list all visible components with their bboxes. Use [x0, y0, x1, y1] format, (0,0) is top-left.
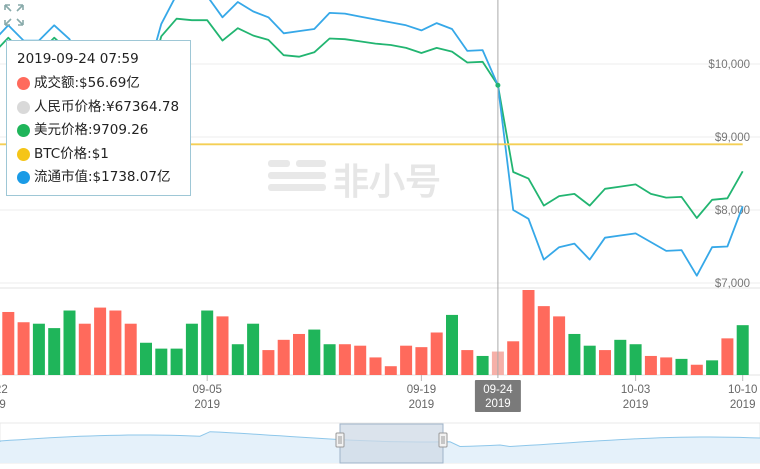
- tooltip-time: 2019-09-24 07:59: [17, 51, 139, 67]
- volume-bar: [32, 323, 45, 375]
- range-navigator[interactable]: [0, 422, 760, 464]
- volume-bar: [644, 355, 657, 375]
- volume-bar: [629, 344, 642, 375]
- volume-bar: [537, 306, 550, 375]
- volume-bar: [2, 311, 15, 375]
- volume-bar: [338, 344, 351, 375]
- volume-bar: [63, 310, 76, 375]
- volume-bar: [216, 316, 229, 375]
- volume-bar: [308, 329, 321, 375]
- volume-bar: [185, 323, 198, 375]
- legend-dot-icon: [17, 147, 30, 161]
- volume-bar: [124, 323, 137, 375]
- tooltip-row: 美元价格:9709.26: [17, 119, 190, 143]
- legend-dot-icon: [17, 100, 30, 114]
- volume-bar: [706, 360, 719, 375]
- tooltip-row: 人民币价格:¥67364.78: [17, 96, 190, 120]
- watermark-logo-bar-2: [268, 172, 326, 179]
- x-tick-year: 2019: [0, 399, 6, 411]
- volume-bar: [553, 316, 566, 375]
- volume-bar: [94, 307, 107, 375]
- volume-bar: [522, 290, 535, 375]
- volume-bar: [446, 314, 458, 375]
- crosshair: [495, 0, 501, 378]
- volume-bar: [461, 350, 474, 375]
- volume-bar: [323, 344, 336, 375]
- crosshair-point: [495, 82, 501, 88]
- x-tick-year: 2019: [730, 399, 756, 411]
- x-tick-year: 2019: [623, 399, 649, 411]
- y-tick-label: $10,000: [708, 59, 750, 71]
- volume-bar: [369, 357, 382, 375]
- tooltip: 2019-09-24 07:59 成交额:$56.69亿人民币价格:¥67364…: [6, 40, 191, 196]
- volume-bar: [48, 328, 61, 375]
- y-axis: $7,000 $8,000 $9,000 $10,000: [708, 59, 750, 290]
- watermark: 非小号: [268, 160, 441, 203]
- volume-bar: [277, 339, 290, 375]
- tooltip-row-label: 成交额:$56.69亿: [34, 75, 140, 91]
- tooltip-row: 成交额:$56.69亿: [17, 72, 190, 96]
- volume-bar: [660, 357, 673, 375]
- volume-bar: [583, 345, 596, 375]
- volume-bar: [140, 342, 152, 375]
- y-tick-label: $9,000: [715, 132, 750, 144]
- watermark-logo-bar-1: [268, 160, 290, 167]
- volume-bar: [109, 310, 122, 375]
- tooltip-rows: 成交额:$56.69亿人民币价格:¥67364.78 美元价格:9709.26 BT…: [17, 72, 190, 190]
- tooltip-row-label: BTC价格:$1: [34, 145, 109, 162]
- legend-dot-icon: [17, 124, 30, 138]
- navigator-handle: [438, 432, 448, 448]
- y-tick-label: $8,000: [715, 205, 750, 217]
- x-tick-label: 10-10: [728, 384, 757, 396]
- highlight-date-label: 09-24: [483, 384, 513, 396]
- navigator-selection: [339, 423, 444, 464]
- watermark-logo-bar-3: [268, 184, 326, 191]
- x-tick-year: 2019: [409, 399, 435, 411]
- tooltip-row: 流通市值:$1738.07亿: [17, 166, 190, 190]
- x-axis: 08-22 2019 09-05 2019 09-19 2019 10-03 2019 10-1…: [0, 375, 757, 412]
- tooltip-row-label: 人民币价格:¥67364.78: [34, 98, 180, 115]
- volume-bar: [400, 345, 413, 375]
- volume-bar: [17, 322, 30, 375]
- y-tick-label: $7,000: [715, 278, 750, 290]
- x-tick-label: 09-19: [407, 384, 436, 396]
- volume-bar: [354, 345, 367, 375]
- watermark-logo-bar-4: [296, 160, 326, 167]
- volume-bar: [690, 364, 703, 375]
- tooltip-row-label: 美元价格:9709.26: [34, 122, 149, 138]
- fullscreen-icon[interactable]: [2, 2, 26, 28]
- x-tick-label: 08-22: [0, 384, 8, 396]
- volume-bar: [599, 350, 611, 375]
- x-tick-label: 10-03: [621, 384, 650, 396]
- legend-dot-icon: [17, 171, 30, 185]
- watermark-text: 非小号: [333, 162, 441, 203]
- volume-bar: [476, 355, 489, 375]
- x-tick-label: 09-05: [192, 384, 221, 396]
- x-tick-year: 2019: [194, 399, 220, 411]
- volume-bar: [231, 344, 244, 375]
- navigator-handle: [335, 432, 345, 448]
- volume-bar: [262, 350, 275, 375]
- volume-bar: [201, 310, 214, 375]
- volume-bar: [736, 325, 749, 375]
- volume-bar: [247, 323, 260, 375]
- tooltip-row-label: 流通市值:$1738.07亿: [34, 169, 171, 185]
- volume-bar: [614, 339, 627, 375]
- volume-bar: [384, 366, 397, 375]
- tooltip-row: BTC价格:$1: [17, 143, 190, 167]
- volume-bar: [155, 348, 168, 375]
- legend-dot-icon: [17, 77, 30, 91]
- volume-bar: [430, 332, 443, 375]
- volume-bars: [2, 290, 749, 375]
- volume-bar: [675, 358, 688, 375]
- volume-bar: [507, 341, 520, 375]
- volume-bar: [293, 333, 305, 375]
- volume-bar: [415, 347, 428, 375]
- volume-bar: [78, 323, 91, 375]
- volume-bar: [721, 338, 734, 375]
- volume-bar: [568, 333, 581, 375]
- volume-bar: [170, 348, 183, 375]
- highlight-date-year: 2019: [485, 398, 511, 410]
